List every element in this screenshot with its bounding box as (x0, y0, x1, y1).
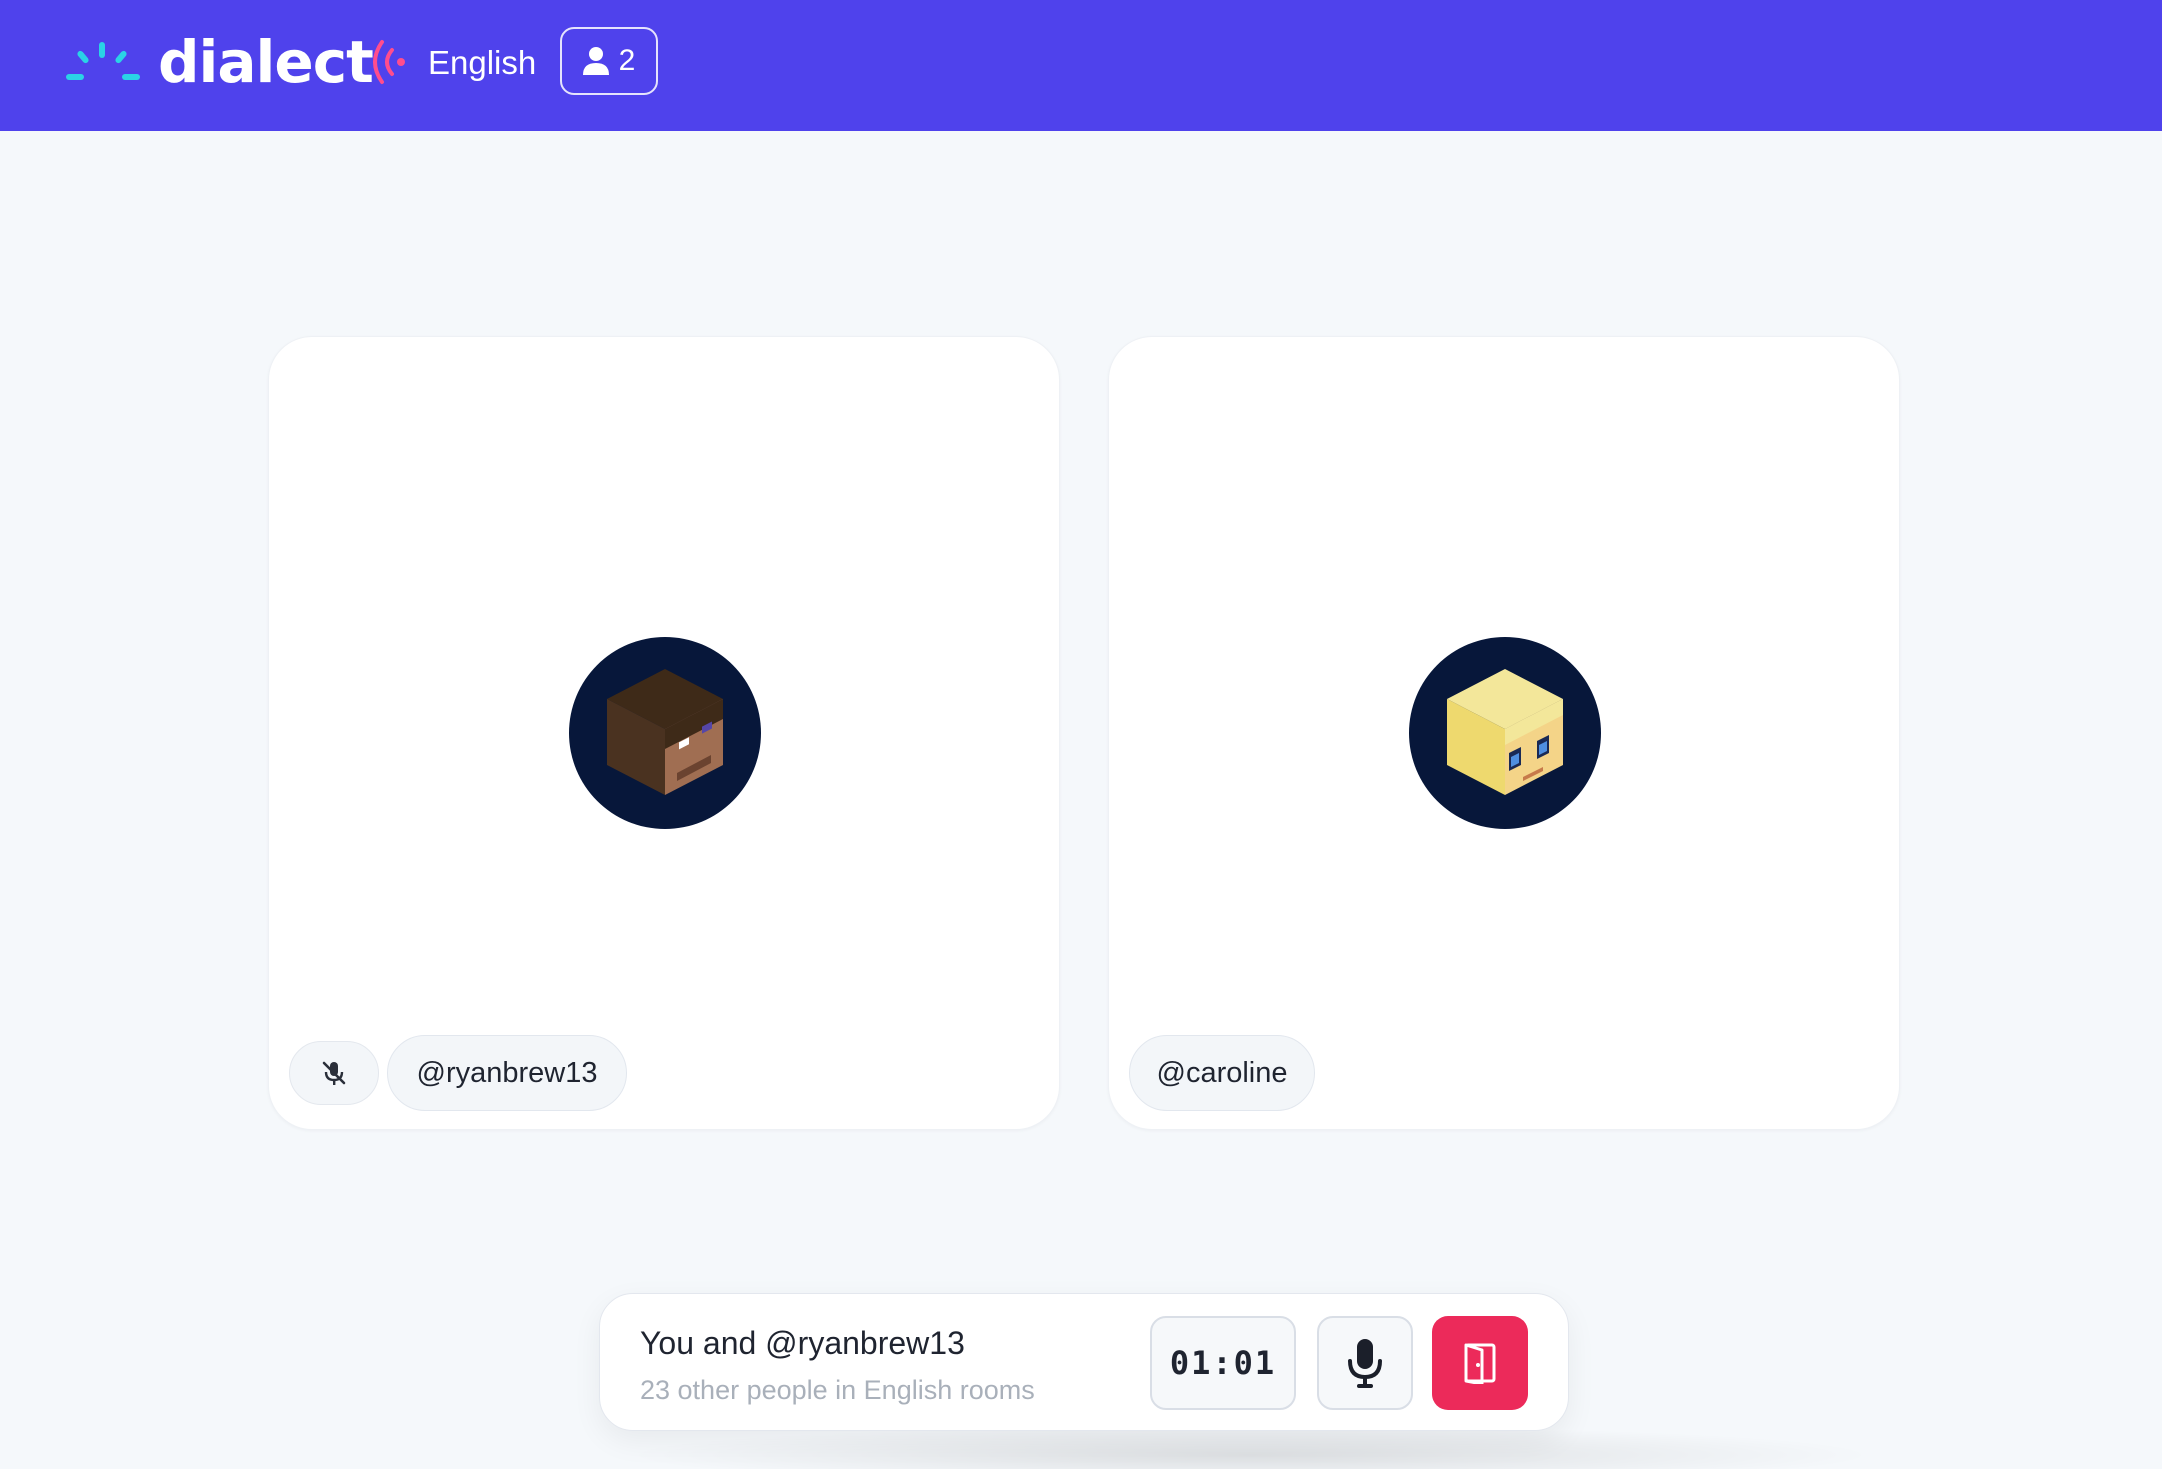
participant-card-caroline: @caroline (1108, 336, 1900, 1130)
user-icon (582, 47, 609, 75)
top-bar: dialect English 2 (0, 0, 2162, 131)
rooms-summary: 23 other people in English rooms (640, 1375, 1035, 1405)
dialect-logo-icon (66, 42, 140, 80)
microphone-off-icon (322, 1061, 346, 1085)
participant-count: 2 (618, 44, 636, 77)
blonde-blocky-avatar-icon (1447, 669, 1563, 795)
microphone-icon (1348, 1339, 1382, 1388)
call-title: You and @ryanbrew13 (640, 1325, 965, 1361)
broadcast-signal-icon (373, 40, 405, 84)
username-label: @ryanbrew13 (387, 1035, 627, 1111)
door-exit-icon (1464, 1343, 1496, 1384)
room-language-label: English (428, 44, 537, 81)
call-timer: 01:01 (1150, 1316, 1296, 1410)
leave-room-button[interactable] (1432, 1316, 1528, 1410)
avatar (569, 637, 761, 829)
avatar (1409, 637, 1601, 829)
participant-card-ryanbrew13: @ryanbrew13 (268, 336, 1060, 1130)
call-bar-shadow (620, 1425, 1880, 1469)
username-label: @caroline (1129, 1035, 1315, 1111)
microphone-toggle-button[interactable] (1317, 1316, 1413, 1410)
call-control-bar: You and @ryanbrew13 23 other people in E… (599, 1293, 1569, 1431)
brown-hair-blocky-avatar-icon (607, 669, 723, 795)
brand-name: dialect (158, 28, 374, 96)
participant-count-button[interactable]: 2 (560, 27, 658, 95)
muted-indicator (289, 1041, 379, 1105)
